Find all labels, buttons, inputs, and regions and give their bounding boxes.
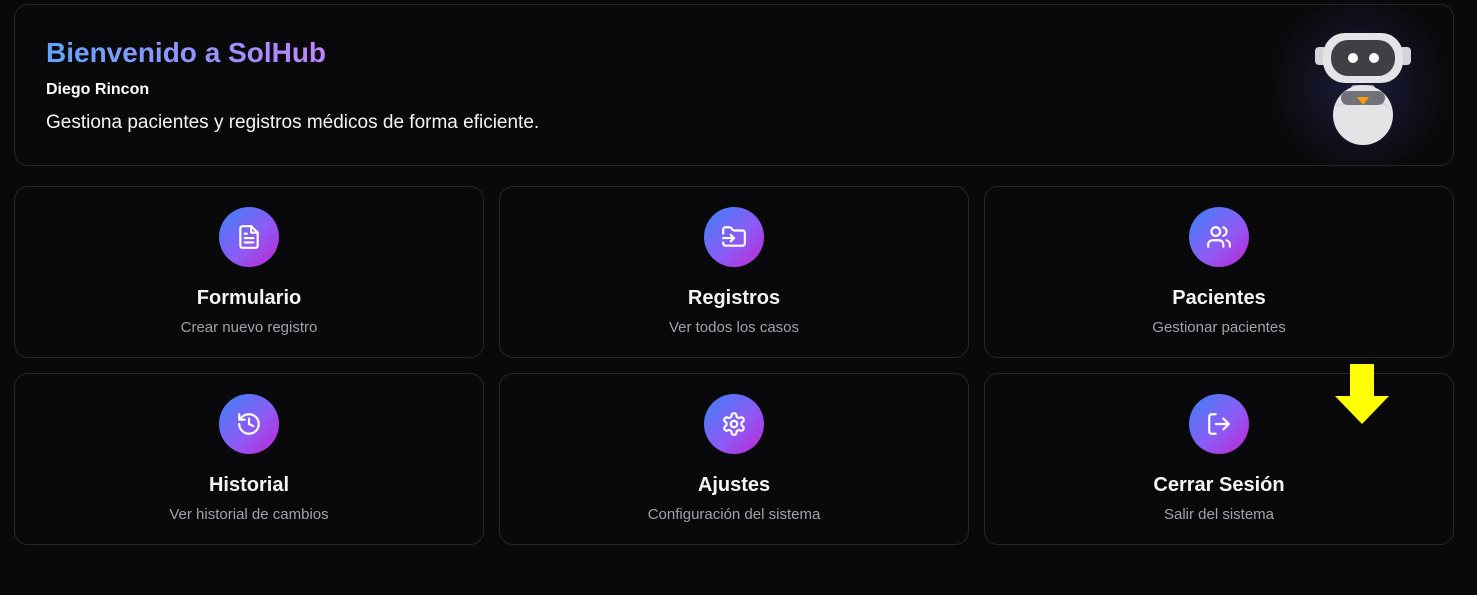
card-subtitle: Salir del sistema xyxy=(1163,506,1275,523)
user-name: Diego Rincon xyxy=(46,81,150,98)
card-title: Registros xyxy=(687,287,781,309)
folder-input-icon xyxy=(704,207,764,267)
card-subtitle: Crear nuevo registro xyxy=(180,319,318,336)
card-subtitle: Gestionar pacientes xyxy=(1152,319,1286,336)
card-registros[interactable]: Registros Ver todos los casos xyxy=(499,186,969,358)
card-title: Historial xyxy=(208,474,290,496)
card-subtitle: Ver todos los casos xyxy=(668,319,800,336)
page-title: Bienvenido a SolHub xyxy=(46,37,327,68)
card-title: Cerrar Sesión xyxy=(1153,474,1285,496)
users-icon xyxy=(1189,207,1249,267)
log-out-icon xyxy=(1189,394,1249,454)
welcome-banner: Bienvenido a SolHub Diego Rincon Gestion… xyxy=(14,4,1454,166)
history-icon xyxy=(219,394,279,454)
file-text-icon xyxy=(219,207,279,267)
card-formulario[interactable]: Formulario Crear nuevo registro xyxy=(14,186,484,358)
welcome-description: Gestiona pacientes y registros médicos d… xyxy=(46,112,540,133)
card-ajustes[interactable]: Ajustes Configuración del sistema xyxy=(499,373,969,545)
arrow-down-icon xyxy=(1335,364,1389,424)
card-title: Pacientes xyxy=(1172,287,1266,309)
robot-mascot-icon xyxy=(1315,33,1411,145)
card-subtitle: Ver historial de cambios xyxy=(169,506,329,523)
settings-icon xyxy=(704,394,764,454)
card-title: Ajustes xyxy=(697,474,771,496)
card-historial[interactable]: Historial Ver historial de cambios xyxy=(14,373,484,545)
card-title: Formulario xyxy=(196,287,302,309)
card-subtitle: Configuración del sistema xyxy=(647,506,821,523)
card-pacientes[interactable]: Pacientes Gestionar pacientes xyxy=(984,186,1454,358)
